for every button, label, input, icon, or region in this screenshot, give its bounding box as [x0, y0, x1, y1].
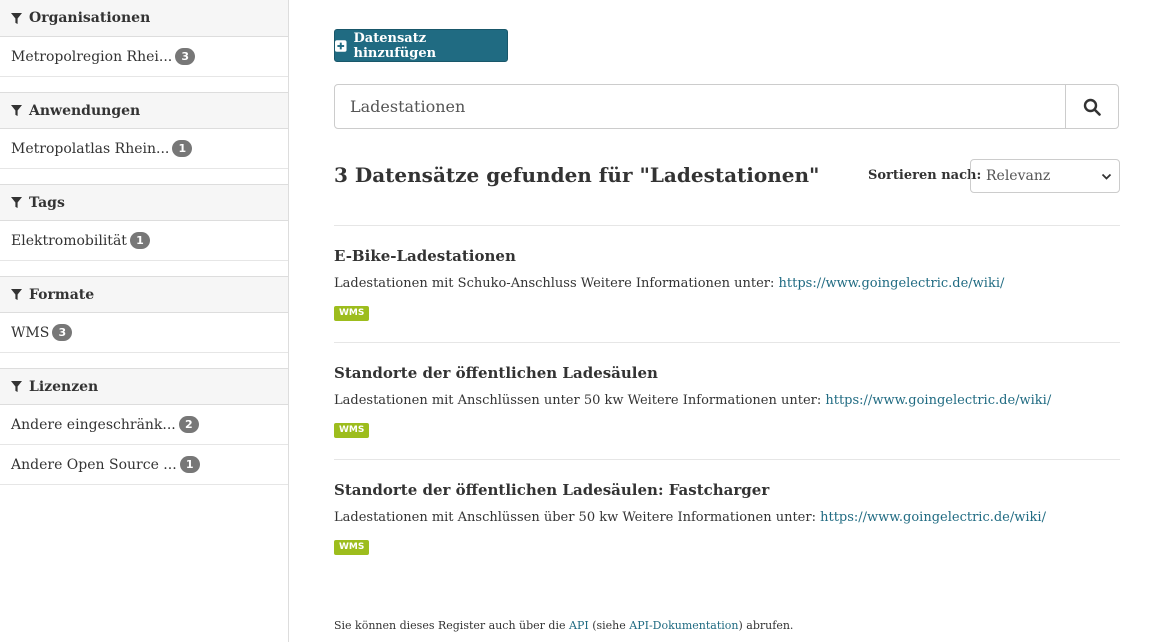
facet-item-label: WMS [11, 324, 50, 341]
count-badge: 3 [175, 48, 196, 65]
facet-tags: Tags Elektromobilität 1 [0, 184, 288, 261]
add-dataset-label: Datensatz hinzufügen [353, 30, 437, 61]
funnel-icon [11, 381, 22, 392]
main-content: Datensatz hinzufügen 3 Datensätze gefund… [334, 0, 1120, 642]
dataset-item: E-Bike-Ladestationen Ladestationen mit S… [334, 225, 1120, 342]
footer-text-middle: (siehe [588, 619, 630, 632]
dataset-title-link[interactable]: Standorte der öffentlichen Ladesäulen [334, 364, 658, 382]
api-docs-link[interactable]: API-Dokumentation [629, 619, 738, 632]
facet-heading: Anwendungen [0, 92, 288, 129]
search-button[interactable] [1065, 85, 1118, 128]
dataset-title-link[interactable]: Standorte der öffentlichen Ladesäulen: F… [334, 481, 769, 499]
facet-heading: Lizenzen [0, 368, 288, 405]
facet-title: Tags [29, 194, 65, 211]
funnel-icon [11, 105, 22, 116]
facet-item-label: Metropolatlas Rhein... [11, 140, 170, 157]
results-count-heading: 3 Datensätze gefunden für "Ladestationen… [334, 163, 820, 187]
count-badge: 1 [129, 232, 150, 249]
facet-item-label: Andere Open Source ... [11, 456, 177, 473]
facet-item-andere-eingeschraenkt[interactable]: Andere eingeschränk... 2 [0, 405, 288, 445]
dataset-info-link[interactable]: https://www.goingelectric.de/wiki/ [779, 276, 1005, 291]
footer-text-after: ) abrufen. [738, 619, 794, 632]
count-badge: 2 [178, 416, 199, 433]
facet-item-andere-open-source[interactable]: Andere Open Source ... 1 [0, 445, 288, 485]
facet-item-label: Andere eingeschränk... [11, 416, 176, 433]
facet-item-wms[interactable]: WMS 3 [0, 313, 288, 353]
sort-selected-value: Relevanz [986, 168, 1051, 184]
dataset-description: Ladestationen mit Schuko-Anschluss Weite… [334, 276, 1004, 291]
facet-item-metropolregion[interactable]: Metropolregion Rhei... 3 [0, 37, 288, 77]
dataset-info-link[interactable]: https://www.goingelectric.de/wiki/ [825, 393, 1051, 408]
facet-title: Organisationen [29, 10, 151, 26]
api-footer-note: Sie können dieses Register auch über die… [334, 619, 793, 632]
facet-title: Formate [29, 286, 95, 303]
dataset-item: Standorte der öffentlichen Ladesäulen: F… [334, 459, 1120, 576]
search-bar [334, 84, 1119, 129]
dataset-description: Ladestationen mit Anschlüssen über 50 kw… [334, 510, 1046, 525]
format-tag[interactable]: WMS [334, 306, 370, 321]
search-input[interactable] [335, 85, 1065, 128]
count-badge: 3 [52, 324, 73, 341]
dataset-info-link[interactable]: https://www.goingelectric.de/wiki/ [820, 510, 1046, 525]
facet-heading: Formate [0, 276, 288, 313]
facet-anwendungen: Anwendungen Metropolatlas Rhein... 1 [0, 92, 288, 169]
footer-text-before: Sie können dieses Register auch über die [334, 619, 569, 632]
facet-formate: Formate WMS 3 [0, 276, 288, 353]
add-dataset-button[interactable]: Datensatz hinzufügen [334, 29, 508, 62]
search-icon [1083, 98, 1101, 116]
sort-select[interactable]: Relevanz [970, 159, 1120, 193]
facet-title: Lizenzen [29, 378, 99, 395]
funnel-icon [11, 12, 22, 24]
facet-item-label: Elektromobilität [11, 232, 127, 249]
api-link[interactable]: API [569, 619, 589, 632]
format-tag[interactable]: WMS [334, 423, 370, 438]
dataset-description-text: Ladestationen mit Anschlüssen über 50 kw… [334, 510, 821, 525]
dataset-item: Standorte der öffentlichen Ladesäulen La… [334, 342, 1120, 459]
dataset-description: Ladestationen mit Anschlüssen unter 50 k… [334, 393, 1051, 408]
funnel-icon [11, 197, 22, 208]
facet-organisationen: Organisationen Metropolregion Rhei... 3 [0, 0, 288, 77]
facet-lizenzen: Lizenzen Andere eingeschränk... 2 Andere… [0, 368, 288, 485]
funnel-icon [11, 289, 22, 300]
dataset-list: E-Bike-Ladestationen Ladestationen mit S… [334, 225, 1120, 576]
chevron-down-icon [1101, 173, 1112, 180]
dataset-description-text: Ladestationen mit Schuko-Anschluss Weite… [334, 276, 779, 291]
count-badge: 1 [179, 456, 200, 473]
sidebar: Organisationen Metropolregion Rhei... 3 … [0, 0, 289, 642]
facet-heading: Organisationen [0, 0, 288, 37]
facet-item-label: Metropolregion Rhei... [11, 48, 173, 65]
plus-square-icon [335, 39, 347, 52]
facet-item-metropolatlas[interactable]: Metropolatlas Rhein... 1 [0, 129, 288, 169]
count-badge: 1 [172, 140, 193, 157]
dataset-description-text: Ladestationen mit Anschlüssen unter 50 k… [334, 393, 826, 408]
sort-label: Sortieren nach: [868, 168, 982, 183]
dataset-title-link[interactable]: E-Bike-Ladestationen [334, 247, 516, 265]
facet-heading: Tags [0, 184, 288, 221]
facet-item-elektromobilitaet[interactable]: Elektromobilität 1 [0, 221, 288, 261]
format-tag[interactable]: WMS [334, 540, 370, 555]
facet-title: Anwendungen [29, 102, 141, 119]
